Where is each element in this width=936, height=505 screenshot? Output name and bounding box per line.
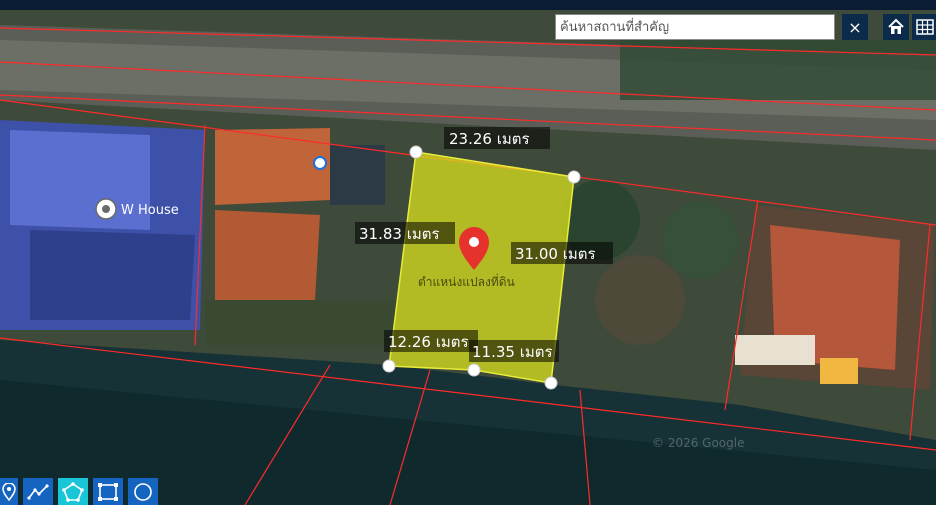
polygon-tool-button[interactable] <box>58 478 88 505</box>
poi-label: W House <box>121 203 179 218</box>
close-icon: × <box>848 17 862 37</box>
top-bar <box>0 0 936 10</box>
parcel-vertex[interactable] <box>544 376 558 390</box>
parcel-center-label: ตำแหน่งแปลงที่ดิน <box>418 273 515 289</box>
home-icon <box>888 18 904 34</box>
measure-right: 31.00 เมตร <box>515 245 596 263</box>
polyline-tool-button[interactable] <box>23 478 53 505</box>
search-input[interactable] <box>555 14 835 40</box>
satellite-map[interactable]: W House ตำแหน่งแปลงที่ดิน 23.26 เมตร 31.… <box>0 0 936 505</box>
parcel-vertex[interactable] <box>409 145 423 159</box>
home-button[interactable] <box>883 14 909 40</box>
parcel-vertex[interactable] <box>382 359 396 373</box>
draw-toolbar <box>0 478 158 505</box>
polygon-icon <box>62 481 84 502</box>
measure-left: 31.83 เมตร <box>359 225 440 243</box>
layers-button[interactable] <box>912 14 936 40</box>
marker-tool-button[interactable] <box>0 478 18 505</box>
grid-icon <box>916 19 934 35</box>
rectangle-tool-button[interactable] <box>93 478 123 505</box>
rectangle-icon <box>98 482 118 501</box>
circle-icon <box>134 482 152 501</box>
marker-icon <box>2 482 16 501</box>
polyline-icon <box>27 483 49 500</box>
parcel-vertex[interactable] <box>467 363 481 377</box>
measure-top: 23.26 เมตร <box>449 130 530 148</box>
location-dot[interactable] <box>313 156 327 170</box>
circle-tool-button[interactable] <box>128 478 158 505</box>
map-watermark: © 2026 Google <box>652 436 744 450</box>
close-search-button[interactable]: × <box>842 14 868 40</box>
measure-bottom-left: 12.26 เมตร <box>388 333 469 351</box>
measure-bottom-right: 11.35 เมตร <box>472 343 553 361</box>
parcel-vertex[interactable] <box>567 170 581 184</box>
